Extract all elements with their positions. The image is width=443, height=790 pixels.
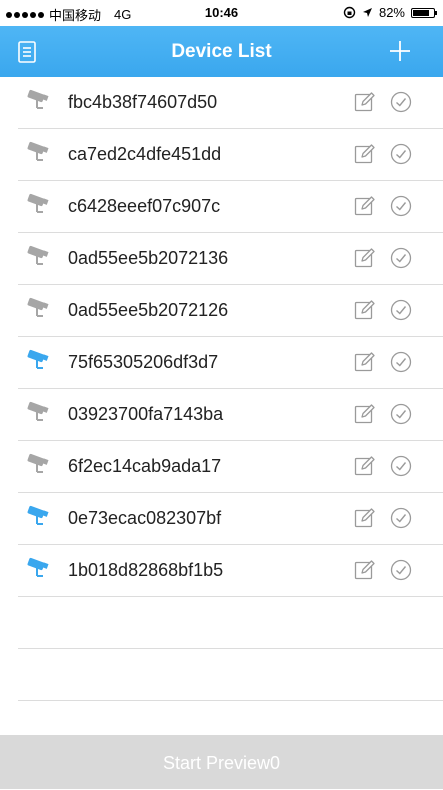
device-row[interactable]: 03923700fa7143ba <box>18 389 443 441</box>
plus-icon[interactable] <box>389 40 411 62</box>
edit-icon[interactable] <box>354 351 376 373</box>
edit-icon[interactable] <box>354 559 376 581</box>
device-name: 03923700fa7143ba <box>68 404 224 424</box>
check-circle-icon[interactable] <box>390 247 412 269</box>
device-row[interactable]: 0ad55ee5b2072126 <box>18 285 443 337</box>
check-circle-icon[interactable] <box>390 403 412 425</box>
edit-icon[interactable] <box>354 455 376 477</box>
camera-icon <box>26 89 52 111</box>
edit-icon[interactable] <box>354 299 376 321</box>
camera-icon <box>26 141 52 163</box>
check-circle-icon[interactable] <box>390 507 412 529</box>
camera-icon <box>26 297 52 319</box>
device-row[interactable]: 0e73ecac082307bf <box>18 493 443 545</box>
device-row[interactable]: c6428eeef07c907c <box>18 181 443 233</box>
check-circle-icon[interactable] <box>390 143 412 165</box>
camera-icon <box>26 193 52 215</box>
device-name: c6428eeef07c907c <box>68 196 221 216</box>
empty-row <box>18 597 443 649</box>
check-circle-icon[interactable] <box>390 455 412 477</box>
battery-icon <box>411 7 437 18</box>
device-row[interactable]: ca7ed2c4dfe451dd <box>18 129 443 181</box>
device-list: fbc4b38f74607d50 ca7ed2c4dfe451dd c6428eee… <box>18 77 443 701</box>
start-preview-button[interactable]: Start Preview0 <box>0 735 443 789</box>
page-title: Device List <box>171 41 272 62</box>
camera-icon <box>26 505 52 527</box>
location-arrow-icon <box>362 8 372 17</box>
check-circle-icon[interactable] <box>390 559 412 581</box>
device-name: fbc4b38f74607d50 <box>68 92 218 112</box>
edit-icon[interactable] <box>354 507 376 529</box>
device-row[interactable]: 6f2ec14cab9ada17 <box>18 441 443 493</box>
device-name: ca7ed2c4dfe451dd <box>68 144 222 164</box>
camera-icon <box>26 453 52 475</box>
check-circle-icon[interactable] <box>390 299 412 321</box>
device-row[interactable]: 75f65305206df3d7 <box>18 337 443 389</box>
status-bar: 中国移动 4G 10:46 82% <box>0 0 443 26</box>
device-name: 75f65305206df3d7 <box>68 352 219 372</box>
check-circle-icon[interactable] <box>390 351 412 373</box>
edit-icon[interactable] <box>354 91 376 113</box>
empty-row <box>18 649 443 701</box>
device-name: 1b018d82868bf1b5 <box>68 560 224 580</box>
device-row[interactable]: 0ad55ee5b2072136 <box>18 233 443 285</box>
device-name: 0ad55ee5b2072126 <box>68 300 229 320</box>
device-row[interactable]: fbc4b38f74607d50 <box>18 77 443 129</box>
orientation-lock-icon <box>343 6 356 19</box>
status-right: 82% <box>343 5 437 20</box>
camera-icon <box>26 349 52 371</box>
edit-icon[interactable] <box>354 403 376 425</box>
device-name: 0e73ecac082307bf <box>68 508 222 528</box>
device-row[interactable]: 1b018d82868bf1b5 <box>18 545 443 597</box>
device-name: 0ad55ee5b2072136 <box>68 248 229 268</box>
device-name: 6f2ec14cab9ada17 <box>68 456 222 476</box>
check-circle-icon[interactable] <box>390 195 412 217</box>
camera-icon <box>26 401 52 423</box>
nav-header: Device List <box>0 26 443 77</box>
edit-icon[interactable] <box>354 143 376 165</box>
battery-percent: 82% <box>378 5 405 20</box>
check-circle-icon[interactable] <box>390 91 412 113</box>
camera-icon <box>26 557 52 579</box>
camera-icon <box>26 245 52 267</box>
edit-icon[interactable] <box>354 195 376 217</box>
edit-icon[interactable] <box>354 247 376 269</box>
